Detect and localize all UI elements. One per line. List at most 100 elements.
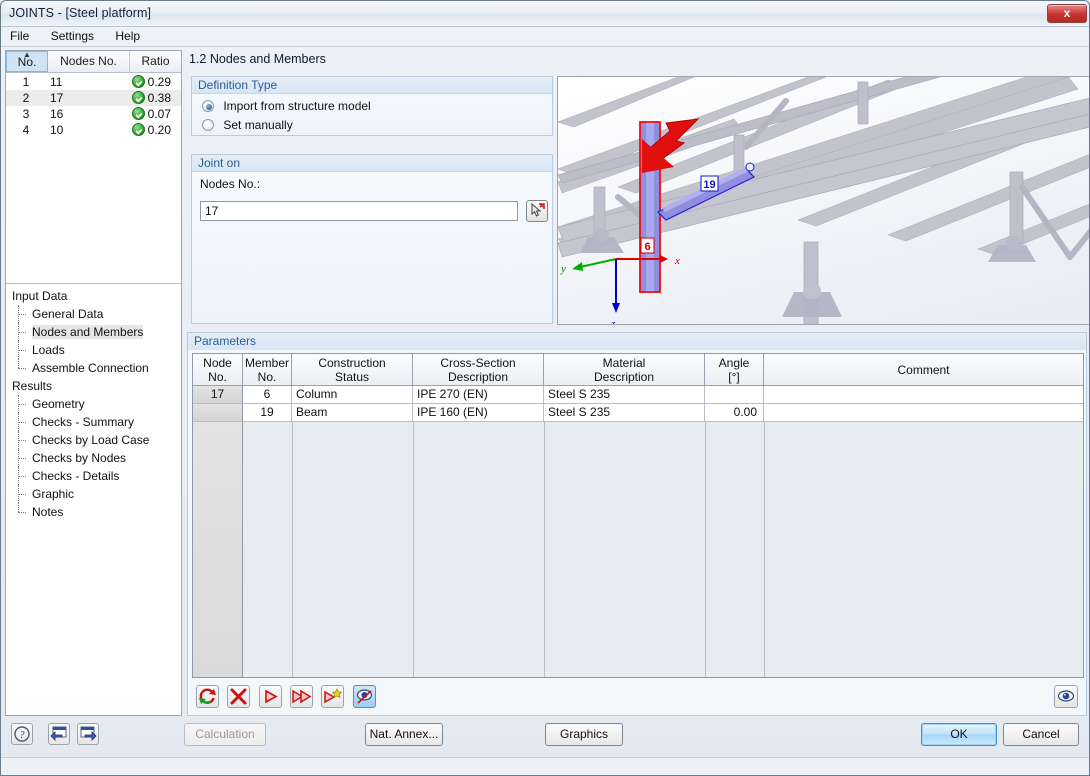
column-header-node-no[interactable]: Node No. <box>193 354 243 386</box>
tree-item-results[interactable]: Results <box>6 377 181 395</box>
view-mode-icon[interactable] <box>352 685 376 708</box>
table-row[interactable]: 3 16 0.07 <box>6 106 181 122</box>
tree-label: Loads <box>32 343 65 357</box>
tree-item-geometry[interactable]: Geometry <box>6 395 181 413</box>
title-bar: JOINTS - [Steel platform] x <box>1 1 1089 27</box>
tree-item-graphic[interactable]: Graphic <box>6 485 181 503</box>
menu-item-settings[interactable]: Settings <box>42 27 103 46</box>
tree-item-checks-summary[interactable]: Checks - Summary <box>6 413 181 431</box>
tree-item-general-data[interactable]: General Data <box>6 305 181 323</box>
tree-item-notes[interactable]: Notes <box>6 503 181 521</box>
column-header-angle[interactable]: Angle [°] <box>705 354 764 386</box>
hdr-line2: No. <box>257 369 277 384</box>
tree-label: Geometry <box>32 397 85 411</box>
pick-node-button[interactable] <box>526 200 548 222</box>
parameters-group: Parameters Node No. Member No. Construct… <box>187 332 1087 716</box>
table-row[interactable]: 17 6 Column IPE 270 (EN) Steel S 235 <box>193 386 1083 404</box>
joint-on-group: Joint on Nodes No.: <box>191 154 553 324</box>
column-header-cross-section[interactable]: Cross-Section Description <box>413 354 544 386</box>
cell-construction-status: Column <box>292 386 413 404</box>
tree-label: Graphic <box>32 487 75 501</box>
calculation-button[interactable]: Calculation <box>184 723 266 746</box>
tree-item-checks-by-load-case[interactable]: Checks by Load Case <box>6 431 181 449</box>
cell-member-no: 19 <box>243 404 292 422</box>
radio-set-manually[interactable]: Set manually <box>192 113 552 132</box>
tree-item-loads[interactable]: Loads <box>6 341 181 359</box>
add-icon[interactable] <box>321 685 345 708</box>
column-header-comment[interactable]: Comment <box>764 354 1083 386</box>
navigation-tree: Input Data General Data Nodes and Member… <box>6 287 181 521</box>
tree-label: Input Data <box>12 289 68 303</box>
cell-nodes-no: 16 <box>50 107 64 121</box>
tree-label: Notes <box>32 505 64 519</box>
member-label-19: 19 <box>700 175 719 192</box>
hdr-line2: No. <box>208 369 227 384</box>
cell-no: 4 <box>22 123 30 137</box>
column-header-ratio[interactable]: Ratio <box>130 51 181 72</box>
model-viewport[interactable]: 19 6 x y z <box>557 76 1089 325</box>
left-panel: ▲ No. Nodes No. Ratio 1 11 0.29 2 17 0.3… <box>5 50 182 716</box>
cell-construction-status: Beam <box>292 404 413 422</box>
table-row[interactable]: 1 11 0.29 <box>6 74 181 90</box>
hdr-line1: Construction <box>318 355 386 370</box>
column-header-member-no[interactable]: Member No. <box>243 354 292 386</box>
delete-icon[interactable] <box>227 685 251 708</box>
close-icon[interactable]: x <box>1047 4 1087 23</box>
menu-item-file[interactable]: File <box>1 27 38 46</box>
radio-import-from-structure-model[interactable]: Import from structure model <box>192 94 552 113</box>
menu-item-help[interactable]: Help <box>106 27 149 46</box>
svg-text:z: z <box>610 318 616 325</box>
cell-angle: 0.00 <box>705 404 764 422</box>
column-header-material[interactable]: Material Description <box>544 354 705 386</box>
tree-label: Checks by Nodes <box>32 451 127 465</box>
tree-item-checks-by-nodes[interactable]: Checks by Nodes <box>6 449 181 467</box>
cell-no: 2 <box>22 91 30 105</box>
tree-label: General Data <box>32 307 104 321</box>
table-row[interactable]: 4 10 0.20 <box>6 122 181 138</box>
radio-off-icon <box>202 119 214 131</box>
table-empty-area[interactable] <box>193 422 1083 677</box>
refresh-icon[interactable] <box>196 685 219 708</box>
cell-material: Steel S 235 <box>544 386 705 404</box>
parameters-table: Node No. Member No. Construction Status … <box>192 353 1084 678</box>
cell-angle <box>705 386 764 404</box>
table-row[interactable]: 19 Beam IPE 160 (EN) Steel S 235 0.00 <box>193 404 1083 422</box>
tree-item-nodes-and-members[interactable]: Nodes and Members <box>6 323 181 341</box>
application-window: JOINTS - [Steel platform] x File Setting… <box>0 0 1090 776</box>
hdr-line1: Material <box>602 355 646 370</box>
tree-item-input-data[interactable]: Input Data <box>6 287 181 305</box>
apply-icon[interactable] <box>258 685 282 708</box>
radio-on-icon <box>202 100 214 112</box>
cell-nodes-no: 17 <box>50 91 64 105</box>
joint-on-title: Joint on <box>192 155 552 172</box>
graphics-button[interactable]: Graphics <box>545 723 623 746</box>
status-bar <box>1 757 1089 775</box>
joints-table-header: ▲ No. Nodes No. Ratio <box>6 51 181 73</box>
cell-nodes-no: 10 <box>50 123 64 137</box>
tree-label: Assemble Connection <box>32 361 149 375</box>
column-header-no[interactable]: ▲ No. <box>6 51 48 72</box>
cancel-button[interactable]: Cancel <box>1003 723 1079 746</box>
tree-item-assemble-connection[interactable]: Assemble Connection <box>6 359 181 377</box>
main-content: 1.2 Nodes and Members Definition Type Im… <box>187 50 1089 716</box>
cell-ratio: 0.20 <box>147 123 171 137</box>
nodes-no-input[interactable] <box>200 201 518 221</box>
tree-label: Checks - Summary <box>32 415 135 429</box>
radio-label: Import from structure model <box>223 99 371 113</box>
tree-item-checks-details[interactable]: Checks - Details <box>6 467 181 485</box>
member-label-6: 6 <box>640 237 655 254</box>
cell-ratio: 0.29 <box>147 75 171 89</box>
column-header-construction-status[interactable]: Construction Status <box>292 354 413 386</box>
nat-annex-button[interactable]: Nat. Annex... <box>365 723 443 746</box>
hdr-line2: Status <box>334 369 370 384</box>
visibility-button[interactable] <box>1054 685 1078 708</box>
apply-all-icon[interactable] <box>290 685 314 708</box>
table-row[interactable]: 2 17 0.38 <box>6 90 181 106</box>
cell-ratio: 0.07 <box>147 107 171 121</box>
cell-no: 1 <box>22 75 30 89</box>
sort-ascending-icon: ▲ <box>23 50 31 59</box>
window-title: JOINTS - [Steel platform] <box>9 6 152 20</box>
ok-button[interactable]: OK <box>921 723 997 746</box>
tree-label: Results <box>12 379 53 393</box>
column-header-nodes-no[interactable]: Nodes No. <box>48 51 130 72</box>
